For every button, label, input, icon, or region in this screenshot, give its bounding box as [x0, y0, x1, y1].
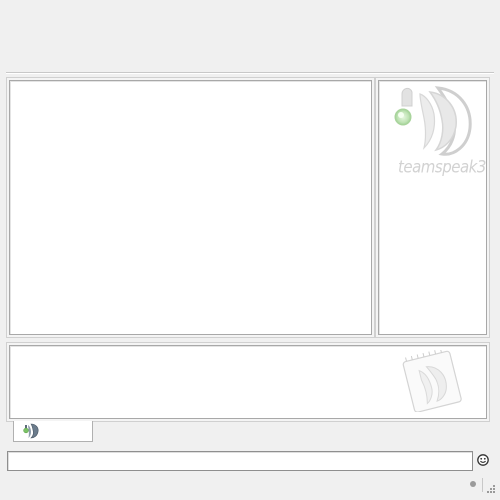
server-tree-panel[interactable]: [9, 80, 372, 335]
emoticon-icon: [477, 454, 489, 466]
status-separator: [482, 478, 483, 492]
toolbar-separator: [6, 72, 494, 74]
chat-input-box[interactable]: [7, 451, 473, 473]
status-dot-icon: [470, 481, 476, 487]
emoticon-button[interactable]: [476, 453, 490, 467]
teamspeak-logo-text: teamspeak3: [398, 156, 486, 178]
status-bar: [0, 476, 500, 500]
tab-server-chat[interactable]: [13, 421, 93, 442]
teamspeak-icon: [23, 423, 39, 439]
chat-tab-bar: [6, 421, 490, 443]
notepad-icon: [402, 350, 462, 412]
chat-input[interactable]: [8, 454, 472, 473]
resize-grip-icon[interactable]: [486, 484, 496, 494]
toolbar-area: [0, 0, 500, 70]
